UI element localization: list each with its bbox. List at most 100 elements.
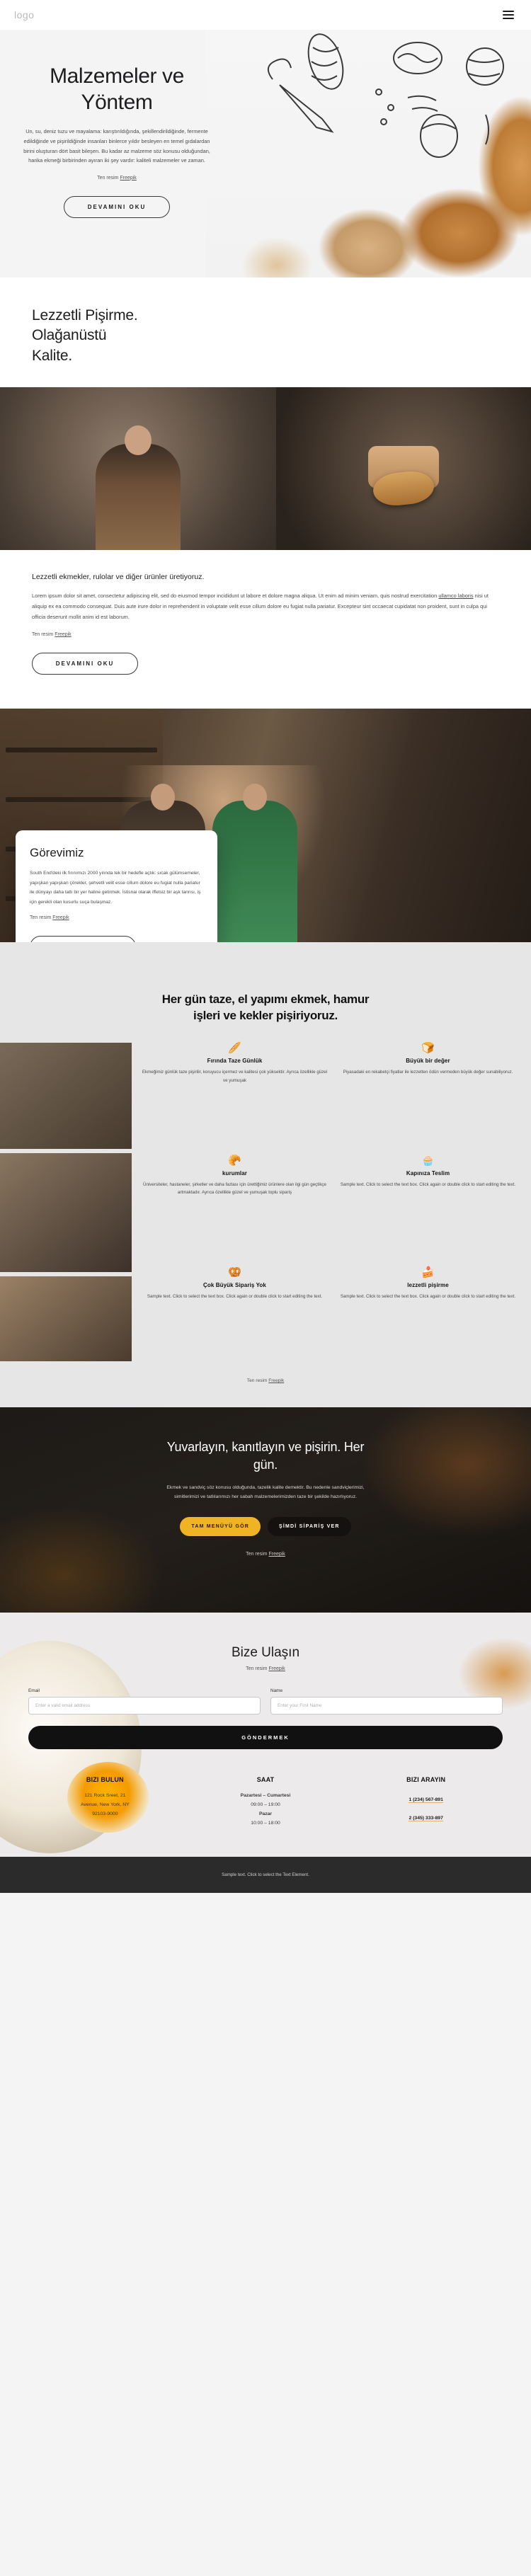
- site-footer: Sample text. Click to select the Text El…: [0, 1857, 531, 1894]
- inline-link[interactable]: ullamco laboris: [438, 593, 473, 599]
- hero-section: Malzemeler ve Yöntem Un, su, deniz tuzu …: [0, 30, 531, 277]
- email-label: Email: [28, 1688, 40, 1694]
- footer-text: Sample text. Click to select the Text El…: [222, 1872, 309, 1878]
- hero-content: Malzemeler ve Yöntem Un, su, deniz tuzu …: [0, 30, 234, 246]
- address-line: 92103-9000: [92, 1811, 118, 1817]
- feature-card: 🥐 kurumlar Üniversiteler, hastaneler, şi…: [142, 1155, 328, 1257]
- freepik-link[interactable]: Freepik: [55, 632, 71, 637]
- feature-card: 🍰 lezzetli pişirme Sample text. Click to…: [335, 1267, 521, 1361]
- quality-read-more-button[interactable]: DEVAMINI OKU: [32, 653, 138, 675]
- hamburger-bar: [503, 14, 514, 16]
- freepik-link[interactable]: Freepik: [268, 1378, 284, 1383]
- order-now-button[interactable]: ŞİMDİ SİPARİŞ VER: [268, 1517, 351, 1537]
- cta-credit: Ten resim Freepik: [246, 1552, 285, 1557]
- cake-icon: 🍰: [421, 1266, 435, 1279]
- page-title: Malzemeler ve Yöntem: [50, 64, 184, 114]
- hours-column: SAAT Pazartesi – Cumartesi 09:00 – 19:00…: [189, 1776, 343, 1828]
- submit-button[interactable]: GÖNDERMEK: [28, 1726, 503, 1750]
- address-line: Avenue, New York, NY: [81, 1802, 130, 1808]
- freepik-link[interactable]: Freepik: [52, 915, 69, 920]
- mission-title: Görevimiz: [30, 846, 84, 860]
- contact-title: Bize Ulaşın: [231, 1645, 300, 1661]
- hero-read-more-button[interactable]: DEVAMINI OKU: [64, 195, 170, 218]
- feature-text: Sample text. Click to select the text bo…: [147, 1294, 323, 1300]
- email-field-wrap: Email: [28, 1688, 261, 1715]
- quality-section: Lezzetli Pişirme. Olağanüstü Kalite. Lez…: [0, 277, 531, 709]
- mission-card: Görevimiz South End'deki ilk fırınımızı …: [16, 830, 217, 943]
- hamburger-bar: [503, 11, 514, 12]
- hero-paragraph: Un, su, deniz tuzu ve mayalama: karıştır…: [23, 128, 210, 164]
- quality-title: Lezzetli Pişirme. Olağanüstü Kalite.: [32, 307, 138, 364]
- address-line: 121 Rock Sreet, 21: [84, 1793, 126, 1799]
- phone-link-2[interactable]: 2 (345) 333-897: [409, 1816, 443, 1822]
- feature-title: lezzetli pişirme: [407, 1282, 449, 1289]
- site-logo[interactable]: logo: [14, 9, 34, 21]
- pastry-tray-photo: [0, 1276, 132, 1362]
- hours-time: 09:00 – 19:00: [251, 1802, 280, 1808]
- feature-text: Sample text. Click to select the text bo…: [340, 1294, 516, 1300]
- mission-paragraph: South End'deki ilk fırınımızı 2000 yılın…: [30, 871, 201, 905]
- cta-buttons: TAM MENÜYÜ GÖR ŞİMDİ SİPARİŞ VER: [28, 1517, 503, 1537]
- quality-body: Lezzetli ekmekler, rulolar ve diğer ürün…: [0, 550, 531, 709]
- bakery-doodle-illustration: [268, 33, 504, 158]
- call-us-title: BIZI ARAYIN: [406, 1776, 446, 1784]
- hours-days: Pazar: [258, 1811, 273, 1817]
- baker-woman-figure: [212, 801, 297, 943]
- croissant-icon: 🥐: [228, 1154, 241, 1167]
- baker-figure: [96, 444, 181, 551]
- bread-loaf-icon: 🍞: [421, 1042, 435, 1055]
- bakery-interior-photo: [0, 1153, 132, 1273]
- cupcake-icon: 🧁: [421, 1154, 435, 1167]
- contact-content: Bize Ulaşın Ten resim Freepik Email Name…: [0, 1645, 531, 1828]
- feature-title: Büyük bir değer: [406, 1058, 450, 1065]
- freepik-link[interactable]: Freepik: [268, 1666, 285, 1671]
- pretzel-icon: 🥨: [228, 1266, 241, 1279]
- bread-hands-photo: [276, 387, 531, 551]
- quality-images: [0, 387, 531, 551]
- quality-lead: Lezzetli ekmekler, rulolar ve diğer ürün…: [32, 573, 205, 582]
- site-header: logo: [0, 0, 531, 30]
- email-input[interactable]: [28, 1697, 261, 1715]
- call-us-column: BIZI ARAYIN 1 (234) 567-891 2 (345) 333-…: [349, 1776, 503, 1828]
- cta-title: Yuvarlayın, kanıtlayın ve pişirin. Her g…: [166, 1440, 365, 1472]
- freepik-link[interactable]: Freepik: [120, 176, 136, 181]
- feature-text: Üniversiteler, hastaneler, şirketler ve …: [143, 1181, 326, 1196]
- name-input[interactable]: [270, 1697, 503, 1715]
- freepik-link[interactable]: Freepik: [268, 1552, 285, 1557]
- mission-credit: Ten resim Freepik: [30, 915, 69, 921]
- mission-read-more-button[interactable]: DEVAMINI OKU: [30, 936, 136, 943]
- features-grid: 🥖 Fırında Taze Günlük Ekmeğimiz günlük t…: [0, 1043, 531, 1362]
- find-us-column: BIZI BULUN 121 Rock Sreet, 21 Avenue, Ne…: [28, 1776, 182, 1828]
- name-label: Name: [270, 1688, 283, 1694]
- feature-card: 🧁 Kapınıza Teslim Sample text. Click to …: [335, 1155, 521, 1257]
- quality-paragraph: Lorem ipsum dolor sit amet, consectetur …: [32, 593, 489, 620]
- cta-paragraph: Ekmek ve sandviç söz konusu olduğunda, t…: [166, 1484, 365, 1500]
- feature-card: 🥨 Çok Büyük Sipariş Yok Sample text. Cli…: [142, 1267, 328, 1361]
- contact-form: Email Name GÖNDERMEK: [28, 1688, 503, 1750]
- features-heading: Her gün taze, el yapımı ekmek, hamur işl…: [161, 992, 370, 1023]
- hours-time: 10:00 – 18:00: [251, 1821, 280, 1826]
- hours-title: SAAT: [256, 1776, 275, 1784]
- baguette-icon: 🥖: [228, 1042, 241, 1055]
- hours-days: Pazartesi – Cumartesi: [240, 1793, 291, 1799]
- hero-credit: Ten resim Freepik: [97, 175, 137, 181]
- contact-section: Bize Ulaşın Ten resim Freepik Email Name…: [0, 1613, 531, 1857]
- phone-link-1[interactable]: 1 (234) 567-891: [409, 1797, 443, 1804]
- feature-text: Sample text. Click to select the text bo…: [340, 1181, 516, 1187]
- features-credit: Ten resim Freepik: [246, 1378, 285, 1384]
- feature-card: 🍞 Büyük bir değer Piyasadaki en rekabetç…: [335, 1043, 521, 1145]
- cta-section: Yuvarlayın, kanıtlayın ve pişirin. Her g…: [0, 1407, 531, 1613]
- feature-text: Ekmeğimiz günlük taze pişirilir, koruyuc…: [142, 1070, 328, 1083]
- hamburger-icon[interactable]: [500, 8, 517, 22]
- features-cells: 🥖 Fırında Taze Günlük Ekmeğimiz günlük t…: [132, 1043, 531, 1361]
- feature-title: Fırında Taze Günlük: [207, 1058, 263, 1065]
- name-field-wrap: Name: [270, 1688, 503, 1715]
- features-photo-column: [0, 1043, 132, 1362]
- features-section: Her gün taze, el yapımı ekmek, hamur işl…: [0, 942, 531, 1408]
- page-root: logo Malzemeler ve Yöntem Un, su, deniz …: [0, 0, 531, 1894]
- contact-credit: Ten resim Freepik: [246, 1666, 285, 1672]
- view-full-menu-button[interactable]: TAM MENÜYÜ GÖR: [180, 1517, 261, 1537]
- feature-text: Piyasadaki en rekabetçi fiyatlar ile lez…: [343, 1070, 513, 1075]
- form-row: Email Name: [28, 1688, 503, 1715]
- hamburger-bar: [503, 18, 514, 19]
